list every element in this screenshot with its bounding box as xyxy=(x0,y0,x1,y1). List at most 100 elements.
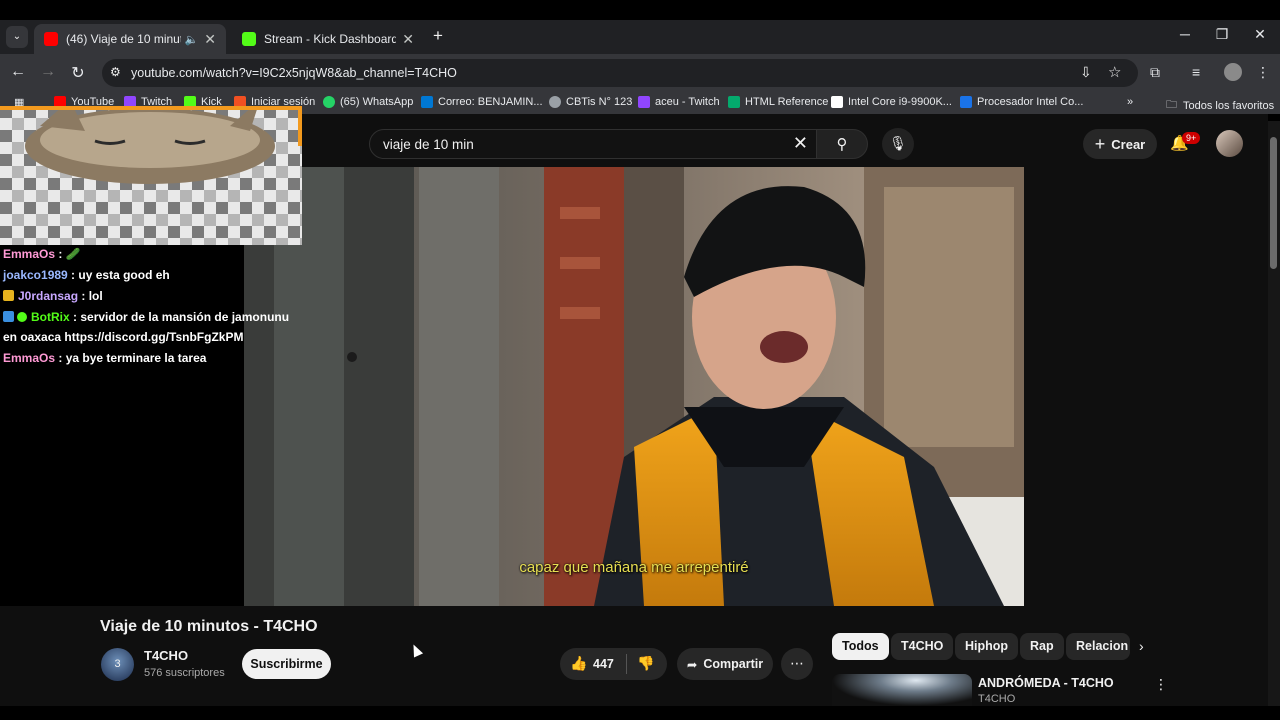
chat-overlay: EmmaOs : 🥒 joakco1989 : uy esta good eh … xyxy=(0,245,289,606)
chat-username: EmmaOs xyxy=(3,247,56,261)
more-horizontal-icon: ⋯ xyxy=(790,655,804,671)
more-vertical-icon[interactable]: ⋮ xyxy=(1154,676,1168,693)
channel-avatar[interactable]: 3 xyxy=(101,648,134,681)
bookmark-cbtis[interactable]: CBTis N° 123 xyxy=(549,96,632,108)
subscriber-badge-icon xyxy=(3,290,14,301)
video-player[interactable]: capaz que mañana me arrepentiré xyxy=(244,167,1024,606)
close-window-icon[interactable]: ✕ xyxy=(1250,26,1270,43)
media-control-icon[interactable]: ≡ xyxy=(1192,64,1200,80)
extensions-icon[interactable]: ⧉ xyxy=(1150,64,1160,81)
reload-icon[interactable]: ↻ xyxy=(68,63,88,83)
back-icon[interactable]: ← xyxy=(8,63,28,81)
bookmark-star-icon[interactable]: ☆ xyxy=(1108,63,1121,81)
profile-avatar[interactable] xyxy=(1224,63,1242,81)
bookmark-correo[interactable]: Correo: BENJAMIN... xyxy=(421,96,543,108)
share-button[interactable]: ➦ Compartir xyxy=(677,648,773,680)
chat-separator: : xyxy=(55,351,66,365)
chat-message: EmmaOs : 🥒 xyxy=(3,245,81,264)
bookmark-label: Procesador Intel Co... xyxy=(977,96,1084,108)
new-tab-button[interactable]: + xyxy=(433,26,443,46)
menu-icon[interactable]: ⋮ xyxy=(1256,64,1270,81)
recommended-thumbnail[interactable] xyxy=(832,674,972,706)
chip-relacion[interactable]: Relacion xyxy=(1066,633,1130,660)
outlook-icon xyxy=(421,96,433,108)
thumbs-down-icon[interactable]: 👎 xyxy=(637,655,654,672)
tab-youtube[interactable]: (46) Viaje de 10 minutos - T 🔈 ✕ xyxy=(34,24,226,54)
kick-icon xyxy=(242,32,256,46)
recommended-title[interactable]: ANDRÓMEDA - T4CHO xyxy=(978,676,1114,690)
cat-image xyxy=(0,106,302,245)
bookmark-whatsapp[interactable]: (65) WhatsApp xyxy=(323,96,413,108)
search-query: viaje de 10 min xyxy=(383,137,474,152)
w3schools-icon xyxy=(728,96,740,108)
bookmark-intel-core[interactable]: Intel Core i9-9900K... xyxy=(831,96,952,108)
bookmark-aceu-twitch[interactable]: aceu - Twitch xyxy=(638,96,720,108)
chat-text: en oaxaca https://discord.gg/TsnbFgZkPM xyxy=(3,330,244,344)
chat-text: lol xyxy=(88,289,103,303)
whatsapp-icon xyxy=(323,96,335,108)
restore-icon[interactable]: ❐ xyxy=(1212,26,1232,43)
minimize-icon[interactable]: ─ xyxy=(1175,26,1195,42)
chip-todos[interactable]: Todos xyxy=(832,633,889,660)
chat-message: EmmaOs : ya bye terminare la tarea xyxy=(3,349,206,368)
bookmark-procesador-intel[interactable]: Procesador Intel Co... xyxy=(960,96,1083,108)
chat-message: J0rdansag : lol xyxy=(3,287,103,306)
channel-name[interactable]: T4CHO xyxy=(144,648,188,663)
chat-username: joakco1989 xyxy=(3,268,68,282)
scrollbar-thumb[interactable] xyxy=(1270,137,1277,269)
divider xyxy=(626,654,627,674)
bookmark-html-reference[interactable]: HTML Reference xyxy=(728,96,828,108)
chip-rap[interactable]: Rap xyxy=(1020,633,1064,660)
twitch-icon xyxy=(638,96,650,108)
tab-kick-dashboard[interactable]: Stream - Kick Dashboard ✕ xyxy=(232,24,424,54)
share-label: Compartir xyxy=(703,657,764,671)
video-subtitle: capaz que mañana me arrepentiré xyxy=(519,559,749,576)
search-button[interactable]: ⚲ xyxy=(816,129,868,159)
share-icon: ➦ xyxy=(686,657,698,672)
bookmark-site-icon xyxy=(960,96,972,108)
emote-icon: 🥒 xyxy=(65,247,81,261)
chat-message: BotRix : servidor de la mansión de jamon… xyxy=(3,308,289,327)
bookmarks-overflow-icon[interactable]: » xyxy=(1127,96,1133,108)
bookmark-label: Intel Core i9-9900K... xyxy=(848,96,952,108)
clear-search-icon[interactable]: ✕ xyxy=(793,133,808,154)
create-button[interactable]: + Crear xyxy=(1083,129,1157,159)
address-bar[interactable]: ⚙ youtube.com/watch?v=I9C2x5njqW8&ab_cha… xyxy=(102,59,1138,87)
verified-badge-icon xyxy=(17,312,27,322)
chevron-right-icon[interactable]: › xyxy=(1139,638,1144,654)
bookmark-label: Correo: BENJAMIN... xyxy=(438,96,543,108)
chat-message-continuation: en oaxaca https://discord.gg/TsnbFgZkPM xyxy=(3,328,243,347)
close-tab-icon[interactable]: ✕ xyxy=(402,31,414,48)
plus-icon: + xyxy=(1094,133,1106,154)
video-title: Viaje de 10 minutos - T4CHO xyxy=(100,618,318,635)
chat-username: BotRix xyxy=(31,310,70,324)
url-text: youtube.com/watch?v=I9C2x5njqW8&ab_chann… xyxy=(131,66,457,80)
chip-t4cho[interactable]: T4CHO xyxy=(891,633,954,660)
chat-text: ya bye terminare la tarea xyxy=(65,351,207,365)
tab-search-button[interactable]: ⌄ xyxy=(6,26,28,48)
channel-subscriber-count: 576 suscriptores xyxy=(144,667,225,679)
like-count[interactable]: 447 xyxy=(593,657,614,671)
bottom-letterbox xyxy=(0,706,1280,720)
globe-icon xyxy=(549,96,561,108)
search-input[interactable]: viaje de 10 min ✕ xyxy=(369,129,817,159)
search-icon: ⚲ xyxy=(836,136,848,153)
forward-icon[interactable]: → xyxy=(38,63,58,81)
subscribe-button[interactable]: Suscribirme xyxy=(242,649,331,679)
tab-title: Stream - Kick Dashboard xyxy=(264,32,397,46)
chip-hiphop[interactable]: Hiphop xyxy=(955,633,1019,660)
folder-icon: 🗀 xyxy=(1166,99,1177,111)
site-info-icon[interactable]: ⚙ xyxy=(110,65,121,79)
chat-text: uy esta good eh xyxy=(78,268,170,282)
all-bookmarks-folder[interactable]: 🗀 Todos los favoritos xyxy=(1166,96,1274,115)
bot-badge-icon xyxy=(3,311,14,322)
thumbs-up-icon[interactable]: 👍 xyxy=(570,655,587,672)
chat-separator: : xyxy=(55,247,66,261)
more-actions-button[interactable]: ⋯ xyxy=(781,648,813,680)
close-tab-icon[interactable]: ✕ xyxy=(204,31,216,48)
voice-search-button[interactable]: 🎙 xyxy=(882,128,914,160)
chat-text: servidor de la mansión de jamonunu xyxy=(80,310,290,324)
install-app-icon[interactable]: ⇩ xyxy=(1080,64,1092,81)
chat-separator: : xyxy=(69,310,81,324)
account-avatar[interactable] xyxy=(1216,130,1243,157)
